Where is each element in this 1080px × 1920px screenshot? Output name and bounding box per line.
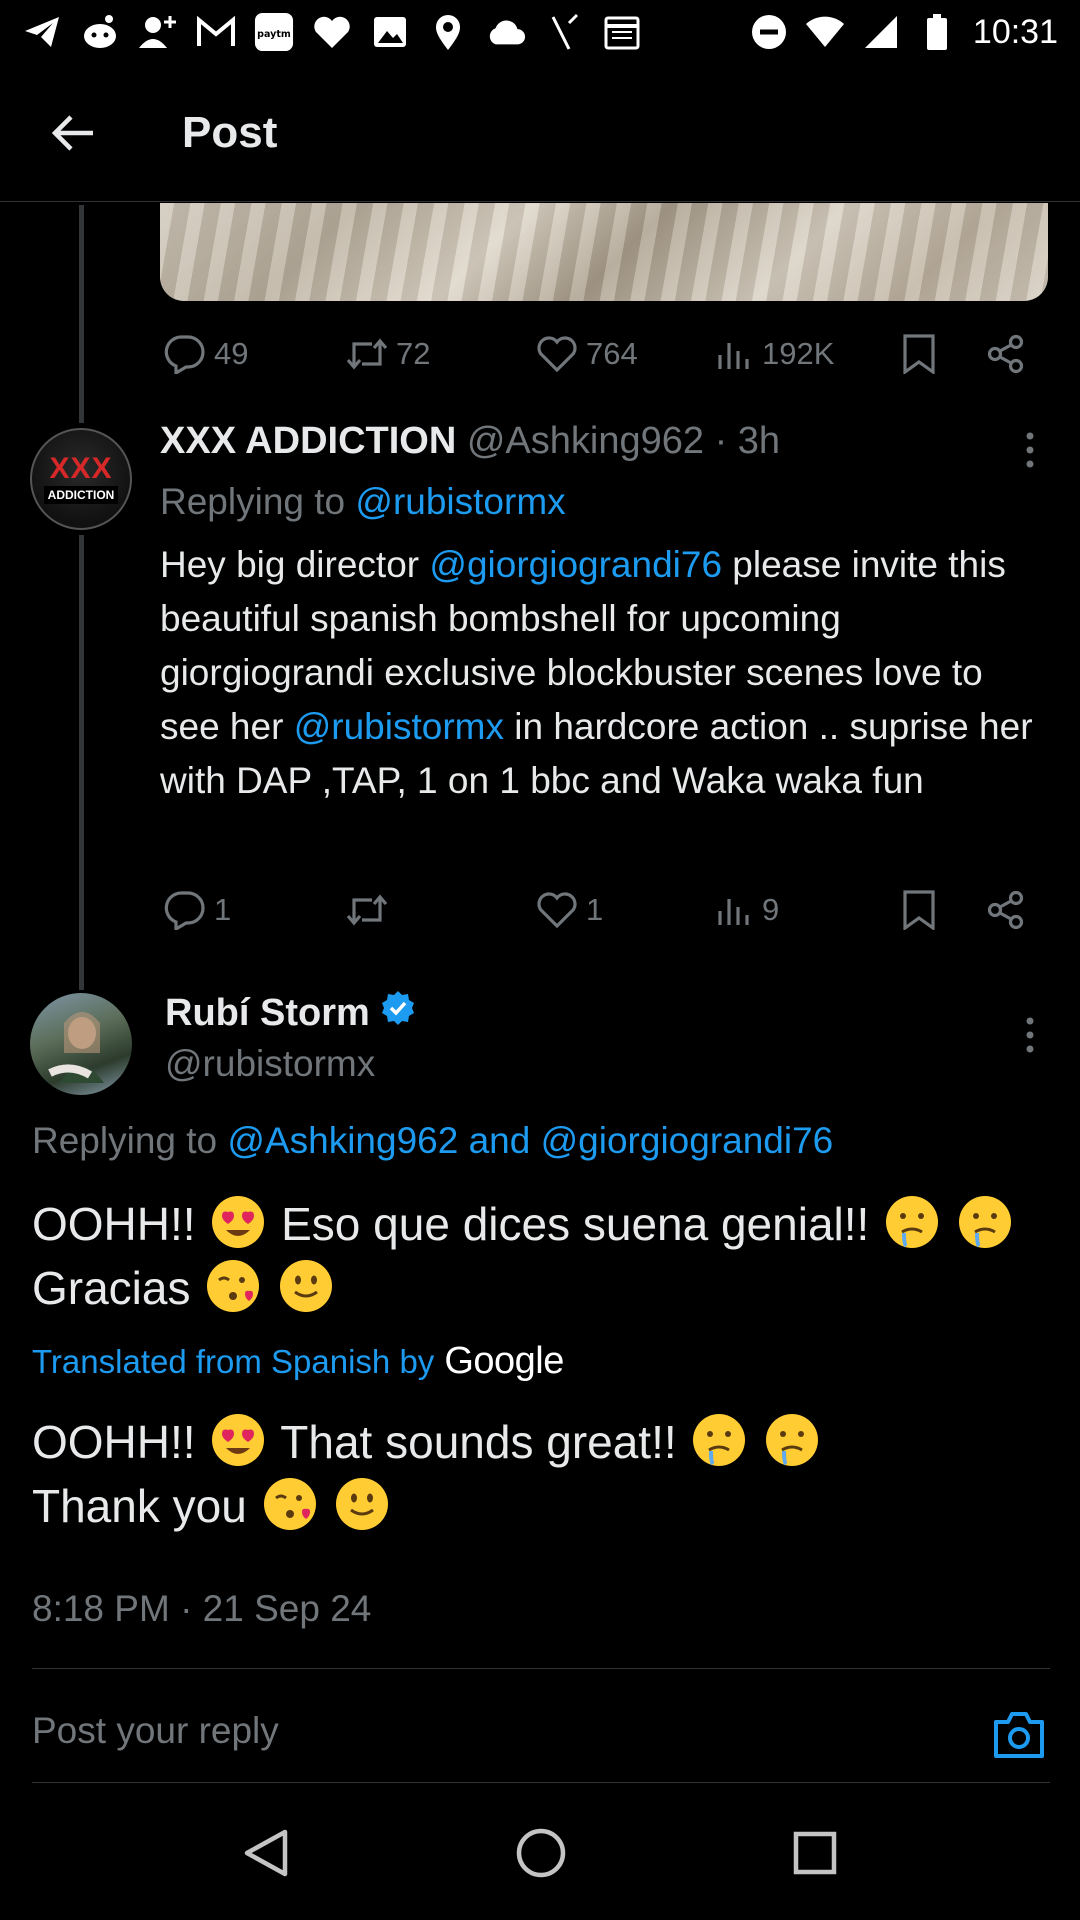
mention-link[interactable]: @Ashking962 and @giorgiograndi76 xyxy=(227,1120,833,1161)
signal-icon xyxy=(861,12,901,52)
back-arrow-icon[interactable] xyxy=(42,103,102,163)
repost-button[interactable]: 72 xyxy=(346,336,430,372)
divider xyxy=(32,1668,1050,1669)
repost-icon xyxy=(346,894,388,926)
drooling-face-emoji-icon xyxy=(886,1196,939,1248)
calendar-icon xyxy=(602,12,642,52)
thread-connector xyxy=(79,205,84,423)
avatar[interactable]: XXX ADDICTION xyxy=(30,428,132,530)
wifi-icon xyxy=(805,12,845,52)
clock: 10:31 xyxy=(972,12,1058,51)
cloud-icon xyxy=(486,12,526,52)
verified-badge-icon xyxy=(380,990,416,1036)
location-icon xyxy=(428,12,468,52)
replying-to: Replying to @rubistormx xyxy=(160,481,566,522)
reply-button[interactable]: 49 xyxy=(164,334,248,374)
add-contact-icon xyxy=(138,12,178,52)
reply-post-actions: 1 1 9 xyxy=(160,880,1050,940)
heart-eyes-emoji-icon xyxy=(212,1196,265,1248)
views-button[interactable]: 9 xyxy=(716,892,779,928)
mention-link[interactable]: @rubistormx xyxy=(355,481,565,522)
do-not-disturb-icon xyxy=(749,12,789,52)
mention-link[interactable]: @giorgiograndi76 xyxy=(429,544,722,585)
repost-icon xyxy=(346,338,388,370)
parent-post-image[interactable] xyxy=(160,203,1048,301)
reply-icon xyxy=(164,891,205,930)
display-name[interactable]: XXX ADDICTION xyxy=(160,420,456,462)
drooling-face-emoji-icon xyxy=(693,1414,746,1466)
reply-count: 49 xyxy=(214,336,249,371)
share-icon xyxy=(987,334,1024,374)
handle[interactable]: @Ashking962 xyxy=(467,420,704,462)
bookmark-button[interactable] xyxy=(902,334,936,374)
heart-eyes-emoji-icon xyxy=(212,1414,265,1466)
bookmark-icon xyxy=(903,334,935,374)
reply-icon xyxy=(164,335,205,374)
svg-text:paytm: paytm xyxy=(257,29,291,40)
nav-home-icon[interactable] xyxy=(515,1827,567,1884)
mention-link[interactable]: @rubistormx xyxy=(294,706,504,747)
like-count: 764 xyxy=(586,336,638,371)
nav-recents-icon[interactable] xyxy=(793,1831,837,1880)
reply-button[interactable]: 1 xyxy=(164,890,231,930)
battery-icon xyxy=(917,12,957,52)
thread-connector xyxy=(79,535,84,990)
heart-icon xyxy=(312,12,352,52)
telegram-icon xyxy=(22,12,62,52)
more-options-icon[interactable] xyxy=(1010,430,1050,470)
avatar[interactable] xyxy=(30,993,132,1095)
slightly-smiling-emoji-icon xyxy=(280,1260,333,1312)
system-nav-bar xyxy=(0,1790,1080,1920)
share-button[interactable] xyxy=(986,334,1026,374)
translation-attribution[interactable]: Translated from Spanish by Google xyxy=(32,1340,564,1383)
gmail-icon xyxy=(196,12,236,52)
reply-count: 1 xyxy=(214,892,232,927)
post-time: · 3h xyxy=(714,420,781,462)
bar-chart-icon xyxy=(718,899,749,925)
view-count: 192K xyxy=(762,336,835,371)
repost-button[interactable] xyxy=(346,892,396,928)
like-button[interactable]: 764 xyxy=(536,336,638,372)
drooling-face-emoji-icon xyxy=(766,1414,819,1466)
author-line: XXX ADDICTION @Ashking962 · 3h xyxy=(160,420,780,463)
like-count: 1 xyxy=(586,892,604,927)
page-title: Post xyxy=(182,107,278,157)
status-bar: paytm 10:31 xyxy=(0,0,1080,64)
post-timestamp: 8:18 PM · 21 Sep 24 xyxy=(32,1588,372,1629)
bar-chart-icon xyxy=(718,343,749,369)
views-button[interactable]: 192K xyxy=(716,336,834,372)
camera-icon[interactable] xyxy=(992,1710,1046,1760)
replying-to: Replying to @Ashking962 and @giorgiogran… xyxy=(32,1120,834,1161)
gallery-icon xyxy=(370,12,410,52)
handle[interactable]: @rubistormx xyxy=(165,1043,375,1085)
parent-post-actions: 49 72 764 192K xyxy=(160,324,1050,384)
google-logo: Google xyxy=(444,1340,564,1382)
share-button[interactable] xyxy=(986,890,1026,930)
bookmark-icon xyxy=(903,890,935,930)
bookmark-button[interactable] xyxy=(902,890,936,930)
heart-outline-icon xyxy=(537,892,577,928)
slash-icon xyxy=(544,12,584,52)
author-line: Rubí Storm xyxy=(165,990,416,1036)
top-app-bar: Post xyxy=(0,64,1080,202)
reddit-icon xyxy=(80,12,120,52)
repost-count: 72 xyxy=(396,336,431,371)
divider xyxy=(32,1782,1050,1783)
paytm-icon: paytm xyxy=(254,12,294,52)
kissing-heart-emoji-icon xyxy=(207,1260,260,1312)
drooling-face-emoji-icon xyxy=(958,1196,1011,1248)
kissing-heart-emoji-icon xyxy=(263,1478,316,1530)
nav-back-icon[interactable] xyxy=(243,1828,289,1883)
post-text-translated: OOHH!! That sounds great!! Thank you xyxy=(32,1410,1062,1538)
post-text-original: OOHH!! Eso que dices suena genial!! Grac… xyxy=(32,1192,1062,1320)
display-name[interactable]: Rubí Storm xyxy=(165,992,370,1035)
reply-input[interactable]: Post your reply xyxy=(32,1710,279,1752)
view-count: 9 xyxy=(762,892,780,927)
share-icon xyxy=(987,890,1024,930)
heart-outline-icon xyxy=(537,336,577,372)
slightly-smiling-emoji-icon xyxy=(336,1478,389,1530)
like-button[interactable]: 1 xyxy=(536,892,603,928)
post-body: Hey big director @giorgiograndi76 please… xyxy=(160,544,1033,801)
more-options-icon[interactable] xyxy=(1010,1015,1050,1055)
